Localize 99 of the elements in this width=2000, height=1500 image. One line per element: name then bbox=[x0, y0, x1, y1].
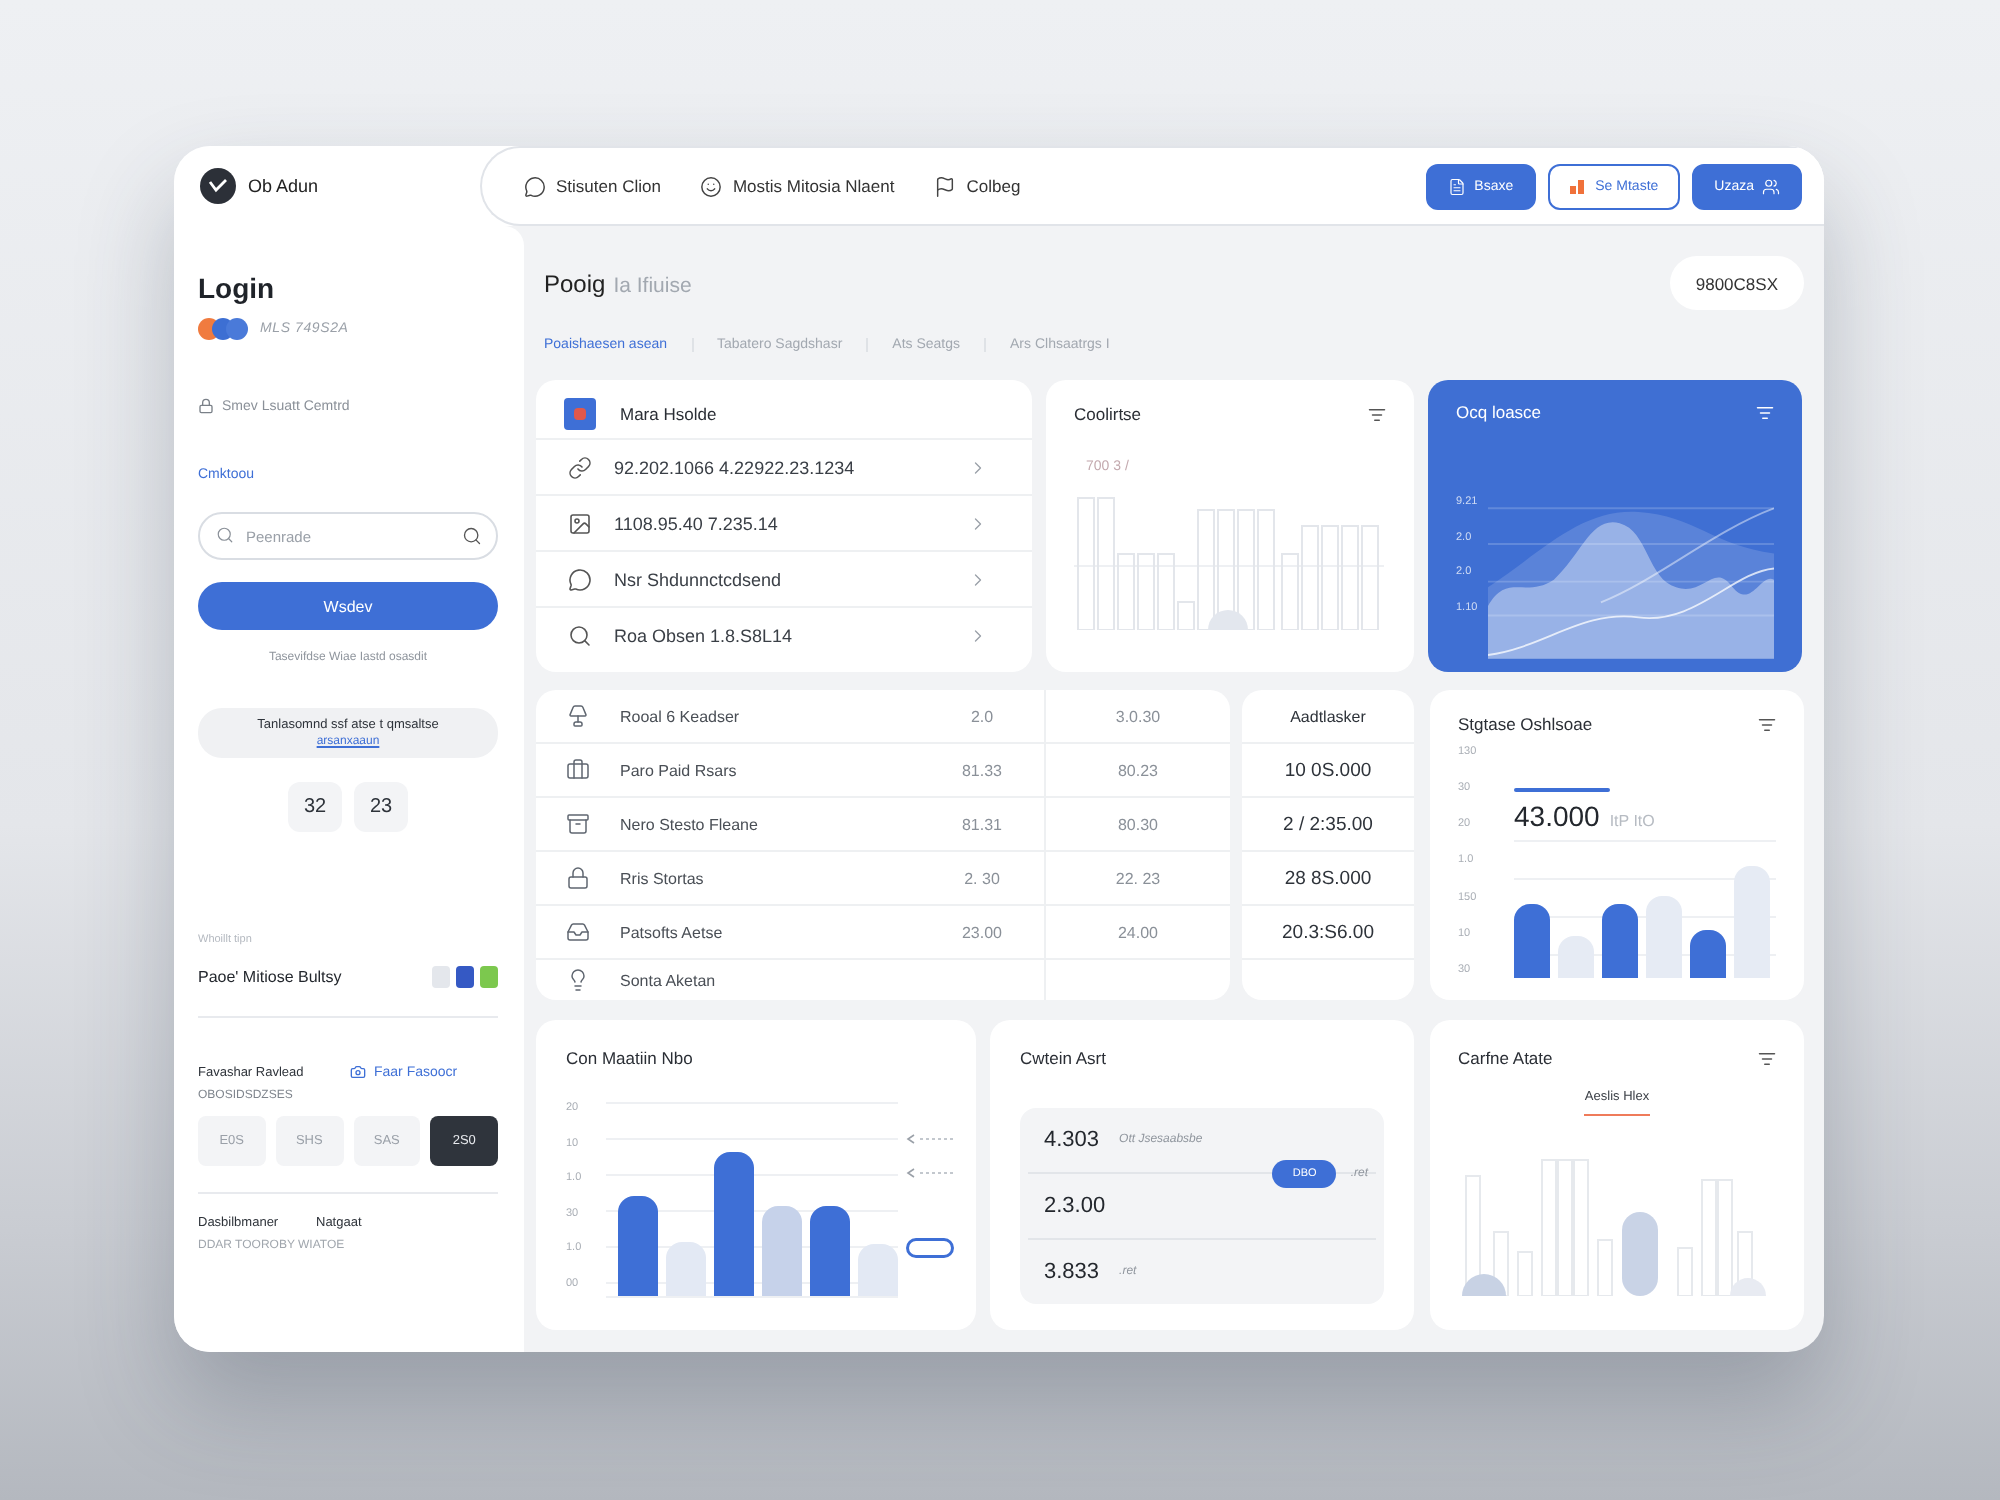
link-icon bbox=[568, 455, 592, 479]
counter-tile: 32 bbox=[288, 782, 342, 832]
record-name: Sonta Aketan bbox=[620, 969, 718, 993]
lamp-icon bbox=[566, 704, 590, 728]
record-total: Aadtlasker bbox=[1288, 705, 1368, 729]
nav-link[interactable]: Colbeg bbox=[934, 175, 1021, 197]
search-icon bbox=[462, 526, 482, 546]
users-icon bbox=[1762, 177, 1780, 195]
card-title: Mara Hsolde bbox=[620, 403, 717, 423]
primary-button[interactable]: Wsdev bbox=[198, 582, 498, 630]
filter-icon[interactable] bbox=[1368, 405, 1386, 423]
counter-tile: 23 bbox=[354, 782, 408, 832]
list-item[interactable]: 92.202.1066 4.22922.23.1234 bbox=[536, 438, 1032, 494]
brand-name: Ob Adun bbox=[248, 176, 319, 196]
record-figure: 2.0 bbox=[968, 705, 996, 729]
record-name: Rris Stortas bbox=[620, 867, 706, 891]
record-total: 10 0S.000 bbox=[1282, 757, 1374, 785]
camera-icon bbox=[350, 1064, 366, 1080]
record-name: Patsofts Aetse bbox=[620, 921, 725, 945]
page-title: Pooig bbox=[544, 269, 606, 297]
card-title: Con Maatiin Nbo bbox=[566, 1048, 693, 1068]
document-icon bbox=[1448, 177, 1467, 195]
nav-link[interactable]: Mostis Mitosia Nlaent bbox=[700, 175, 895, 197]
chart-bar bbox=[1734, 866, 1770, 978]
bars-icon bbox=[1569, 179, 1588, 193]
list-item[interactable]: 1108.95.40 7.235.14 bbox=[536, 494, 1032, 550]
record-name: Nero Stesto Fleane bbox=[620, 813, 760, 837]
pill-outline-icon[interactable] bbox=[906, 1238, 954, 1258]
card-title: Coolirtse bbox=[1074, 404, 1142, 424]
legend-key-icon bbox=[906, 1134, 954, 1144]
card-title: Carfne Atate bbox=[1458, 1048, 1553, 1068]
chart-bar bbox=[1677, 1247, 1693, 1296]
chart-bar bbox=[810, 1206, 850, 1296]
record-figure: 23.00 bbox=[959, 921, 1005, 945]
chart-bar bbox=[714, 1152, 754, 1296]
briefcase-icon bbox=[566, 758, 590, 782]
smiley-icon bbox=[700, 175, 723, 197]
legend-key-icon bbox=[906, 1168, 954, 1178]
record-figure: 24.00 bbox=[1115, 921, 1161, 945]
chart-bar bbox=[1602, 904, 1638, 978]
record-figure: 80.30 bbox=[1115, 813, 1161, 837]
summary-value: 3.833 bbox=[1044, 1260, 1100, 1284]
record-total: 28 8S.000 bbox=[1282, 865, 1374, 893]
profile-name: Paoe' Mitiose Bultsy bbox=[198, 967, 342, 985]
chart-bar bbox=[1514, 904, 1550, 978]
record-figure: 22. 23 bbox=[1113, 867, 1163, 891]
record-figure: 3.0.30 bbox=[1113, 705, 1163, 729]
page-subtitle: Ia Ifiuise bbox=[613, 273, 692, 297]
chart-bar bbox=[1517, 1251, 1533, 1296]
record-figure: 80.23 bbox=[1115, 759, 1161, 783]
chart-bar bbox=[762, 1206, 802, 1296]
chart-bar bbox=[1597, 1239, 1613, 1296]
record-figure: 81.33 bbox=[959, 759, 1005, 783]
search-icon bbox=[568, 623, 592, 647]
summary-value: 2.3.00 bbox=[1044, 1194, 1106, 1218]
chart-bar bbox=[1558, 936, 1594, 978]
stat-value: 43.000 bbox=[1514, 800, 1600, 832]
lock-icon bbox=[198, 398, 214, 414]
chart-bar bbox=[1646, 896, 1682, 978]
color-swatch-icon[interactable] bbox=[456, 965, 474, 987]
filter-icon[interactable] bbox=[1758, 715, 1776, 733]
accent-line bbox=[1514, 788, 1610, 792]
archive-icon bbox=[566, 812, 590, 836]
filter-icon[interactable] bbox=[1756, 403, 1774, 421]
chart-bar bbox=[666, 1242, 706, 1296]
chart-bar bbox=[858, 1244, 898, 1296]
card-title: Ocq loasce bbox=[1456, 402, 1542, 422]
record-total: 20.3:S6.00 bbox=[1280, 919, 1376, 947]
login-title: Login bbox=[198, 274, 277, 304]
chat-icon bbox=[568, 567, 592, 591]
stat-unit: ItP ItO bbox=[1609, 812, 1655, 830]
logo-icon bbox=[200, 168, 236, 204]
chart-bar bbox=[1493, 1231, 1509, 1296]
image-icon bbox=[568, 511, 592, 535]
color-swatch-icon[interactable] bbox=[432, 965, 450, 987]
chart-bar bbox=[618, 1196, 658, 1296]
code-badge: 9800C8SX bbox=[1669, 256, 1804, 310]
list-item[interactable]: Roa Obsen 1.8.S8L14 bbox=[536, 606, 1032, 662]
record-total: 2 / 2:35.00 bbox=[1281, 811, 1375, 839]
card-title: Cwtein Asrt bbox=[1020, 1048, 1106, 1068]
record-figure: 2. 30 bbox=[962, 867, 1002, 891]
search-icon bbox=[216, 526, 234, 544]
app-tile-icon bbox=[564, 397, 596, 429]
summary-value: 4.303 bbox=[1044, 1128, 1100, 1152]
lock-icon bbox=[566, 866, 590, 890]
color-swatch-icon[interactable] bbox=[480, 965, 498, 987]
chart-bar bbox=[1690, 930, 1726, 978]
filter-icon[interactable] bbox=[1758, 1049, 1776, 1067]
record-name: Rooal 6 Keadser bbox=[620, 705, 742, 729]
record-name: Paro Paid Rsars bbox=[620, 759, 739, 783]
chart-bar bbox=[1622, 1212, 1658, 1296]
list-item[interactable]: Nsr Shdunnctcdsend bbox=[536, 550, 1032, 606]
card-title: Stgtase Oshlsoae bbox=[1458, 714, 1593, 734]
record-figure: 81.31 bbox=[959, 813, 1005, 837]
tray-icon bbox=[566, 920, 590, 944]
flag-icon bbox=[934, 175, 957, 197]
nav-link[interactable]: Stisuten Clion bbox=[524, 175, 661, 197]
bulb-icon bbox=[566, 968, 590, 992]
chat-icon bbox=[524, 175, 546, 197]
